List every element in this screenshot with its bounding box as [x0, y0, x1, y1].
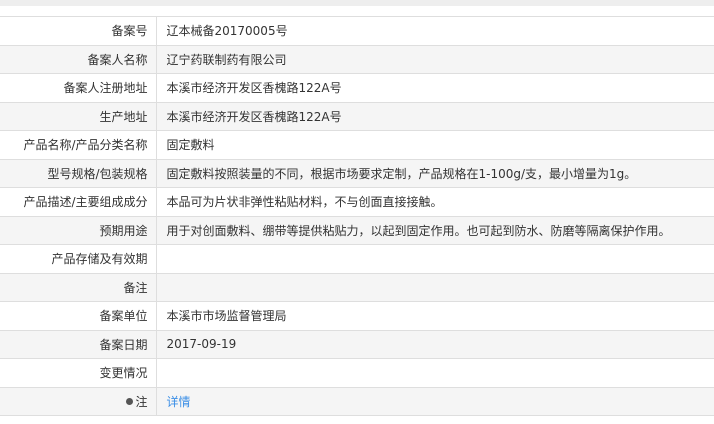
row-value — [156, 358, 714, 388]
table-row-change-status: 变更情况 — [0, 358, 714, 388]
row-value: 本溪市经济开发区香槐路122A号 — [156, 73, 714, 103]
row-value: 2017-09-19 — [156, 329, 714, 359]
table-row-model-spec: 型号规格/包装规格 固定敷料按照装量的不同，根据市场要求定制，产品规格在1-10… — [0, 158, 714, 188]
row-label: 备案日期 — [0, 329, 157, 359]
table-row-product-name: 产品名称/产品分类名称 固定敷料 — [0, 130, 714, 160]
row-label: 型号规格/包装规格 — [0, 158, 157, 188]
row-label: 变更情况 — [0, 358, 157, 388]
row-label: 产品描述/主要组成成分 — [0, 187, 157, 217]
note-value-cell: 详情 — [156, 386, 714, 416]
table-row-remarks: 备注 — [0, 272, 714, 302]
row-label: 产品名称/产品分类名称 — [0, 130, 157, 160]
row-value: 固定敷料按照装量的不同，根据市场要求定制，产品规格在1-100g/支，最小增量为… — [156, 158, 714, 188]
details-link[interactable]: 详情 — [167, 395, 191, 409]
row-value — [156, 244, 714, 274]
table-row-storage-expiry: 产品存储及有效期 — [0, 244, 714, 274]
row-value: 本溪市经济开发区香槐路122A号 — [156, 101, 714, 131]
row-value: 辽本械备20170005号 — [156, 16, 714, 46]
row-value: 固定敷料 — [156, 130, 714, 160]
note-label-cell: 注 — [0, 386, 157, 416]
row-label: 生产地址 — [0, 101, 157, 131]
table-row-registrant-name: 备案人名称 辽宁药联制药有限公司 — [0, 44, 714, 74]
row-label: 备案人注册地址 — [0, 73, 157, 103]
row-label: 预期用途 — [0, 215, 157, 245]
table-row-note: 注 详情 — [0, 386, 714, 416]
top-band — [0, 0, 714, 6]
table-row-intended-use: 预期用途 用于对创面敷料、绷带等提供粘贴力，以起到固定作用。也可起到防水、防磨等… — [0, 215, 714, 245]
note-bulb-icon — [126, 397, 134, 405]
row-value: 辽宁药联制药有限公司 — [156, 44, 714, 74]
table-row-record-number: 备案号 辽本械备20170005号 — [0, 16, 714, 46]
row-value: 本溪市市场监督管理局 — [156, 301, 714, 331]
table-row-filing-unit: 备案单位 本溪市市场监督管理局 — [0, 301, 714, 331]
row-label: 备案单位 — [0, 301, 157, 331]
row-label: 备注 — [0, 272, 157, 302]
row-label: 备案号 — [0, 16, 157, 46]
row-value: 用于对创面敷料、绷带等提供粘贴力，以起到固定作用。也可起到防水、防磨等隔离保护作… — [156, 215, 714, 245]
table-row-product-description: 产品描述/主要组成成分 本品可为片状非弹性粘贴材料，不与创面直接接触。 — [0, 187, 714, 217]
table-row-production-address: 生产地址 本溪市经济开发区香槐路122A号 — [0, 101, 714, 131]
table-row-registrant-address: 备案人注册地址 本溪市经济开发区香槐路122A号 — [0, 73, 714, 103]
table-row-filing-date: 备案日期 2017-09-19 — [0, 329, 714, 359]
note-label: 注 — [135, 394, 148, 409]
record-detail-table: 备案号 辽本械备20170005号 备案人名称 辽宁药联制药有限公司 备案人注册… — [0, 16, 714, 416]
row-value: 本品可为片状非弹性粘贴材料，不与创面直接接触。 — [156, 187, 714, 217]
row-label: 产品存储及有效期 — [0, 244, 157, 274]
row-label: 备案人名称 — [0, 44, 157, 74]
row-value — [156, 272, 714, 302]
